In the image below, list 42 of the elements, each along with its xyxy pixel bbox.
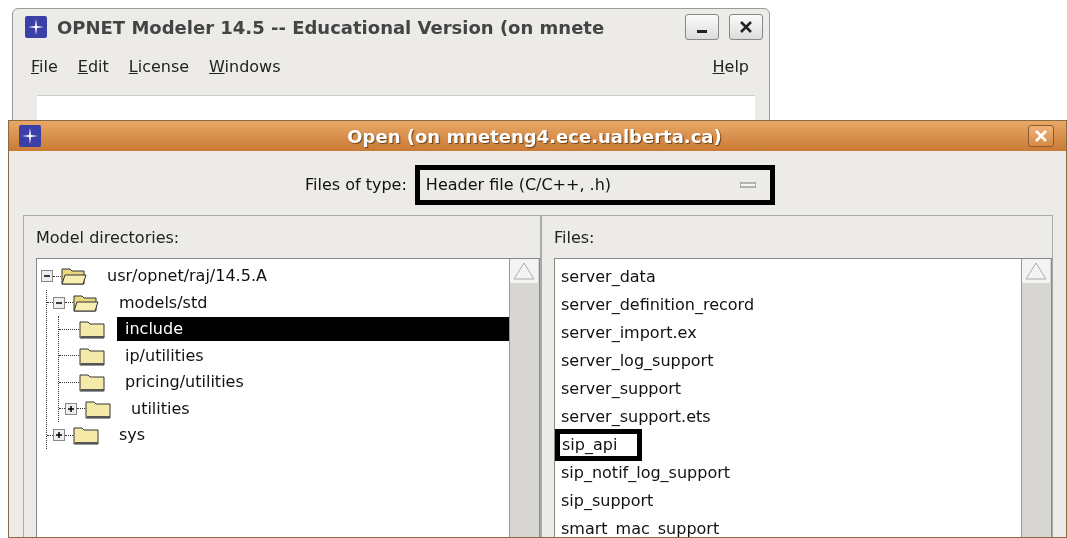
file-type-dropdown[interactable]: Header file (C/C++, .h) xyxy=(414,165,775,205)
tree-item[interactable]: pricing/utilities xyxy=(117,370,252,395)
tree-item[interactable]: sys xyxy=(111,423,154,448)
tree-item[interactable]: include xyxy=(117,317,509,342)
close-icon xyxy=(739,20,753,34)
scrollbar[interactable] xyxy=(509,259,539,537)
menu-item[interactable]: Windows xyxy=(209,55,281,79)
app-star-icon xyxy=(19,125,41,147)
menu-item[interactable]: License xyxy=(128,55,190,79)
files-label: Files: xyxy=(554,227,596,249)
list-entry[interactable]: server_support xyxy=(559,378,684,400)
menu-item[interactable]: Help xyxy=(712,55,749,79)
list-entry[interactable]: server_data xyxy=(559,266,658,288)
menu-item[interactable]: Edit xyxy=(77,55,109,79)
close-icon xyxy=(1034,129,1048,143)
list-entry[interactable]: sip_api xyxy=(555,429,643,461)
list-entry[interactable]: server_definition_record xyxy=(559,294,757,316)
expand-icon[interactable] xyxy=(65,402,77,415)
collapse-icon[interactable] xyxy=(41,270,53,283)
scrollbar[interactable] xyxy=(1021,259,1051,537)
app-star-icon xyxy=(25,16,47,38)
directories-label: Model directories: xyxy=(36,227,181,249)
dialog-title: Open (on mneteng4.ece.ualberta.ca) xyxy=(346,124,723,149)
list-entry[interactable]: server_import.ex xyxy=(559,322,699,344)
list-entry[interactable]: server_support.ets xyxy=(559,406,713,428)
tree-item[interactable]: usr/opnet/raj/14.5.A xyxy=(99,264,275,289)
list-entry[interactable]: sip_notif_log_support xyxy=(559,462,733,484)
minimize-icon xyxy=(697,30,707,33)
window-title: OPNET Modeler 14.5 -- Educational Version (on mnete xyxy=(57,15,606,40)
collapse-icon[interactable] xyxy=(53,296,65,309)
tree-item[interactable]: ip/utilities xyxy=(117,343,212,368)
dropdown-handle-icon xyxy=(739,181,756,189)
list-entry[interactable]: smart_mac_support xyxy=(559,518,722,537)
close-button[interactable] xyxy=(729,14,763,40)
expand-icon[interactable] xyxy=(53,429,65,442)
list-entry[interactable]: server_log_support xyxy=(559,350,716,372)
list-entry[interactable]: sip_support xyxy=(559,490,656,512)
minimize-button[interactable] xyxy=(685,14,719,40)
files-of-type-label: Files of type: xyxy=(305,174,407,196)
tree-item[interactable]: utilities xyxy=(123,396,198,421)
tree-item[interactable]: models/std xyxy=(111,290,216,315)
menu-item[interactable]: File xyxy=(31,55,58,79)
